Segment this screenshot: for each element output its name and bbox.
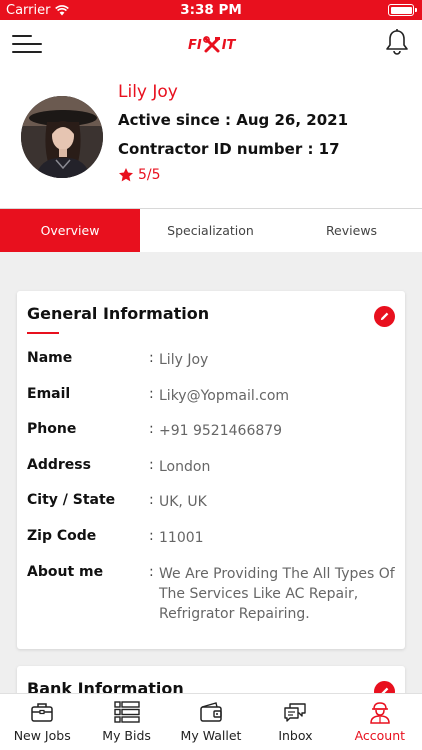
tab-overview[interactable]: Overview [0,209,140,252]
info-colon: : [149,492,154,508]
tab-reviews[interactable]: Reviews [281,209,422,252]
hamburger-menu-icon[interactable] [12,33,44,55]
general-information-title: General Information [27,304,210,323]
info-label: Name [27,350,73,366]
info-colon: : [149,528,154,544]
logo-tools-icon [202,36,220,53]
profile-tabs: Overview Specialization Reviews [0,208,422,252]
nav-inbox[interactable]: Inbox [253,694,337,750]
wallet-icon [200,702,222,722]
info-value: We Are Providing The All Types Of The Se… [159,566,395,622]
nav-label: Inbox [278,728,313,743]
pencil-icon [380,312,389,321]
rating-value: 5/5 [138,167,161,183]
nav-label: New Jobs [13,728,71,743]
info-value: Lily Joy [159,352,209,368]
content-area[interactable]: General Information Name : Lily Joy Emai… [0,252,422,694]
info-colon: : [149,421,154,437]
info-label: Phone [27,421,77,437]
nav-account[interactable]: Account [338,694,422,750]
top-navigation: FI IT [0,20,422,72]
active-since: Active since : Aug 26, 2021 [118,111,349,129]
briefcase-icon [31,703,53,722]
rating: 5/5 [118,167,161,183]
info-colon: : [149,457,154,473]
contractor-id: Contractor ID number : 17 [118,140,340,158]
bottom-tab-bar: New Jobs My Bids My Wallet Inbox Account [0,693,422,750]
profile-header: Lily Joy Active since : Aug 26, 2021 Con… [0,72,422,208]
avatar [21,96,103,178]
logo-text-left: FI [188,37,202,53]
info-label: Address [27,457,91,473]
worker-icon [370,702,390,724]
logo-text-right: IT [221,37,236,53]
info-colon: : [149,350,154,366]
status-time: 3:38 PM [180,2,242,18]
info-value: 11001 [159,530,204,546]
nav-my-bids[interactable]: My Bids [84,694,168,750]
fixit-logo: FI IT [188,36,235,54]
nav-my-wallet[interactable]: My Wallet [169,694,253,750]
info-label: About me [27,564,104,580]
status-bar: Carrier 3:38 PM [0,0,422,20]
bank-information-title: Bank Information [27,679,184,694]
info-value: Liky@Yopmail.com [159,388,290,404]
nav-label: My Wallet [180,728,242,743]
info-colon: : [149,564,154,580]
title-underline [27,332,59,334]
battery-icon [388,4,417,16]
info-label: Zip Code [27,528,97,544]
list-icon [113,701,140,723]
star-icon [119,168,133,182]
chat-icon [284,703,307,722]
nav-label: Account [354,728,406,743]
nav-label: My Bids [102,728,151,743]
profile-name: Lily Joy [118,82,178,102]
bell-icon[interactable] [384,28,410,56]
general-information-card: General Information Name : Lily Joy Emai… [17,291,405,649]
nav-new-jobs[interactable]: New Jobs [0,694,84,750]
info-label: City / State [27,492,116,508]
edit-general-button[interactable] [374,306,395,327]
info-colon: : [149,386,154,402]
info-value: +91 9521466879 [159,423,283,439]
tab-specialization[interactable]: Specialization [140,209,281,252]
info-label: Email [27,386,71,402]
info-value: London [159,459,211,475]
info-value: UK, UK [159,494,207,510]
bank-information-card: Bank Information [17,666,405,694]
